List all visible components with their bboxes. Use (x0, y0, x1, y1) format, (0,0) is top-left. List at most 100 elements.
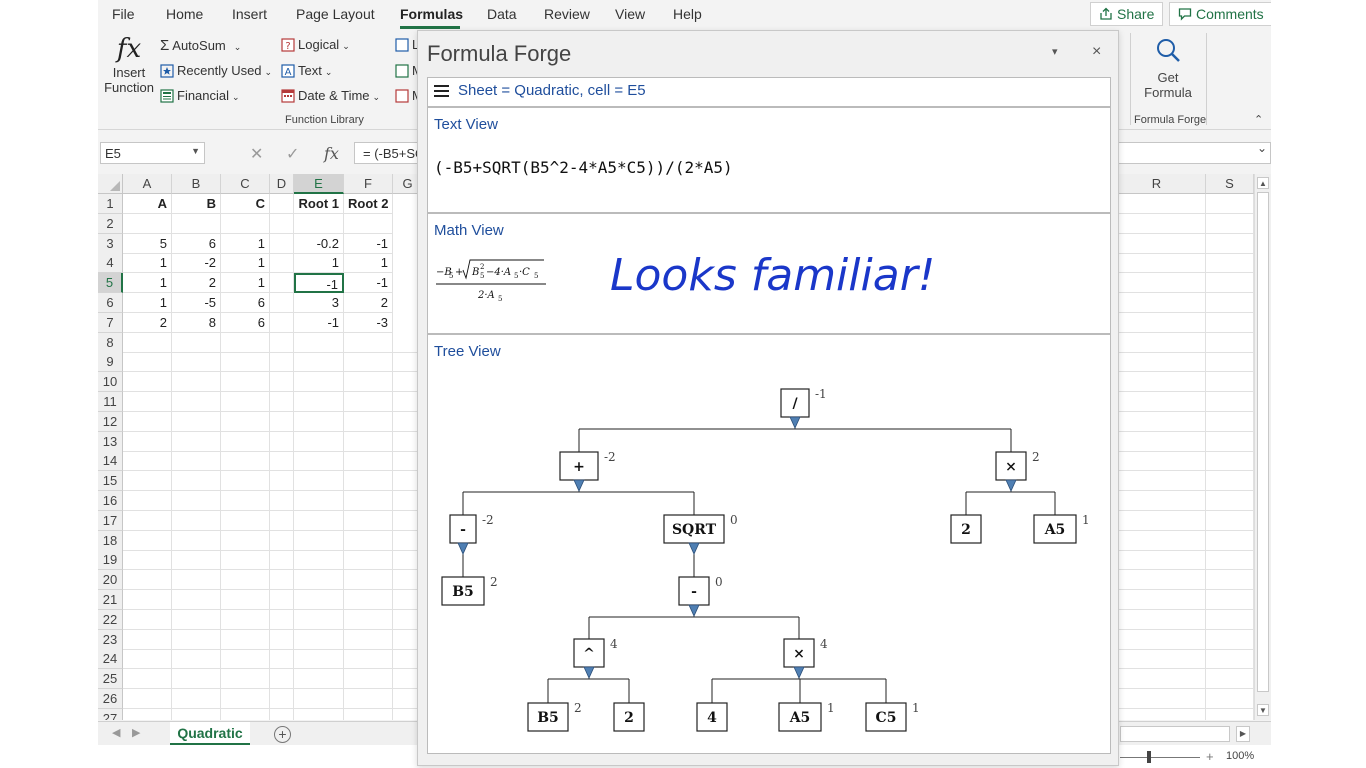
cell[interactable] (1206, 629, 1254, 650)
cell[interactable] (123, 689, 172, 709)
cell[interactable]: -3 (344, 312, 393, 333)
cell[interactable] (221, 689, 270, 709)
cell[interactable] (1108, 411, 1206, 432)
cell[interactable] (270, 451, 294, 472)
recently-used-button[interactable]: Recently Used ⌄ (160, 63, 272, 78)
cell[interactable] (270, 332, 294, 353)
cell[interactable] (294, 332, 344, 353)
cell[interactable]: -2 (172, 253, 221, 274)
tab-formulas[interactable]: Formulas (400, 6, 463, 22)
cell[interactable] (1108, 491, 1206, 511)
cell[interactable] (270, 253, 294, 274)
row-header-17[interactable]: 17 (98, 510, 123, 531)
cell[interactable] (270, 411, 294, 432)
tree-node-c5[interactable]: C5 1 (865, 701, 920, 732)
cell[interactable] (344, 213, 393, 234)
hamburger-menu-icon[interactable] (434, 84, 450, 98)
cell[interactable] (172, 649, 221, 670)
text-functions-button[interactable]: A Text ⌄ (281, 63, 332, 78)
row-header-21[interactable]: 21 (98, 590, 123, 610)
cell[interactable] (344, 629, 393, 650)
enter-check-icon[interactable]: ✓ (286, 144, 299, 164)
cell[interactable] (1206, 708, 1254, 720)
cell[interactable] (123, 491, 172, 511)
zoom-in-icon[interactable]: + (1206, 749, 1214, 764)
row-header-26[interactable]: 26 (98, 689, 123, 709)
cell[interactable] (270, 233, 294, 254)
row-header-20[interactable]: 20 (98, 570, 123, 591)
cell[interactable] (123, 609, 172, 630)
cell[interactable] (123, 392, 172, 412)
row-header-7[interactable]: 7 (98, 312, 123, 333)
column-header-c[interactable]: C (221, 174, 270, 194)
cell[interactable] (1206, 194, 1254, 214)
tree-node-two2[interactable]: 2 (613, 702, 645, 732)
cell[interactable]: 1 (344, 253, 393, 274)
cell[interactable] (1108, 273, 1206, 294)
cell[interactable] (1206, 570, 1254, 591)
date-time-button[interactable]: Date & Time ⌄ (281, 88, 380, 103)
cell[interactable] (1108, 629, 1206, 650)
cell[interactable] (270, 550, 294, 571)
cell[interactable] (1206, 669, 1254, 690)
cell[interactable] (270, 312, 294, 333)
cell[interactable] (172, 411, 221, 432)
cell[interactable] (221, 392, 270, 412)
cell[interactable] (172, 570, 221, 591)
cell[interactable] (221, 471, 270, 492)
tree-node-sqrt[interactable]: SQRT 0 (663, 513, 738, 555)
comments-button[interactable]: Comments (1169, 2, 1271, 26)
row-header-9[interactable]: 9 (98, 352, 123, 373)
more-functions-button[interactable]: M (395, 88, 417, 103)
cell[interactable]: 1 (123, 253, 172, 274)
cell[interactable]: -1 (294, 312, 344, 333)
cell[interactable] (1206, 451, 1254, 472)
cell[interactable] (1206, 352, 1254, 373)
insert-function-fx-icon[interactable]: fx (324, 144, 339, 163)
cell[interactable] (123, 570, 172, 591)
cell[interactable] (172, 609, 221, 630)
cell[interactable] (1206, 550, 1254, 571)
cell[interactable] (344, 530, 393, 551)
cell[interactable] (1206, 590, 1254, 610)
cell[interactable] (1206, 649, 1254, 670)
tree-node-minus[interactable]: -0 (678, 575, 723, 617)
cell[interactable] (344, 550, 393, 571)
cell[interactable] (1108, 312, 1206, 333)
tree-node-b5a[interactable]: B5 2 (441, 575, 498, 606)
cell[interactable] (123, 510, 172, 531)
row-header-15[interactable]: 15 (98, 471, 123, 492)
cell[interactable]: -0.2 (294, 233, 344, 254)
cell[interactable] (270, 471, 294, 492)
cell[interactable] (344, 392, 393, 412)
cell[interactable]: C (221, 194, 270, 214)
cell[interactable] (1206, 491, 1254, 511)
cell[interactable] (172, 550, 221, 571)
cell[interactable] (294, 471, 344, 492)
cell[interactable] (344, 451, 393, 472)
cell[interactable] (1206, 372, 1254, 393)
cell[interactable] (172, 352, 221, 373)
row-header-13[interactable]: 13 (98, 431, 123, 452)
tree-node-times2[interactable]: ×4 (783, 637, 828, 679)
cell[interactable] (1108, 213, 1206, 234)
cell[interactable] (344, 609, 393, 630)
collapse-triangle-icon[interactable] (457, 542, 469, 555)
vertical-scroll-thumb[interactable] (1257, 192, 1269, 692)
cell[interactable]: 1 (221, 253, 270, 274)
cell[interactable] (270, 708, 294, 720)
cell[interactable]: 6 (221, 293, 270, 313)
financial-button[interactable]: Financial ⌄ (160, 88, 240, 103)
cell[interactable] (294, 451, 344, 472)
cell[interactable] (172, 471, 221, 492)
cell[interactable] (1206, 471, 1254, 492)
cell[interactable] (221, 491, 270, 511)
cell[interactable] (344, 590, 393, 610)
row-header-10[interactable]: 10 (98, 372, 123, 393)
cell[interactable]: 2 (344, 293, 393, 313)
cell[interactable]: 2 (172, 273, 221, 294)
cell[interactable] (294, 590, 344, 610)
collapse-triangle-icon[interactable] (688, 604, 700, 617)
tree-node-times1[interactable]: ×2 (995, 450, 1040, 492)
tab-insert[interactable]: Insert (232, 6, 267, 22)
